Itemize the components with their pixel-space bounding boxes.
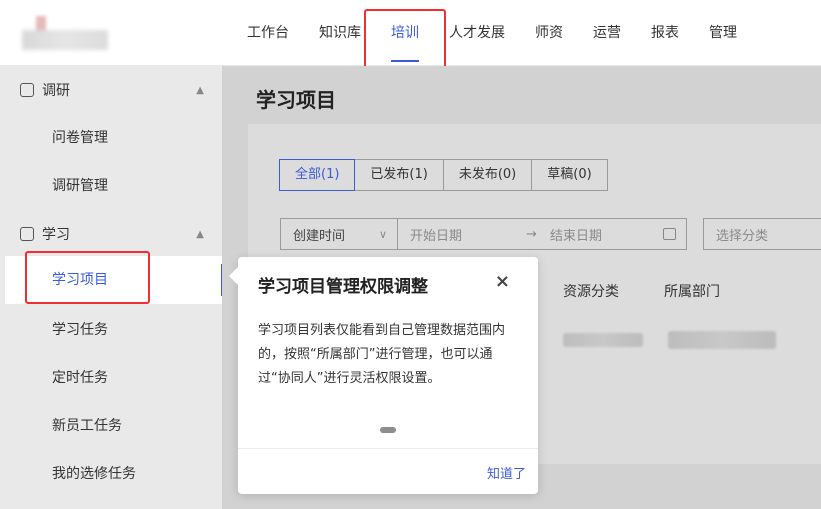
end-date-input[interactable]: 结束日期 bbox=[550, 225, 602, 244]
sidebar-item-questionnaire[interactable]: 问卷管理 bbox=[0, 114, 222, 162]
got-it-button[interactable]: 知道了 bbox=[487, 463, 526, 482]
table-cell-blurred bbox=[563, 333, 643, 347]
sidebar-item-learning-project[interactable]: 学习项目 bbox=[5, 256, 227, 304]
sidebar-item-scheduled-task[interactable]: 定时任务 bbox=[0, 354, 222, 402]
tab-published[interactable]: 已发布(1) bbox=[354, 159, 444, 191]
nav-talent-development[interactable]: 人才发展 bbox=[434, 0, 520, 66]
popover-body: 学习项目列表仅能看到自己管理数据范围内的，按照“所属部门”进行管理，也可以通过“… bbox=[258, 323, 506, 386]
popover-title: 学习项目管理权限调整 bbox=[258, 277, 428, 297]
nav-instructors[interactable]: 师资 bbox=[520, 0, 578, 66]
category-select-placeholder: 选择分类 bbox=[716, 228, 769, 244]
nav-workbench[interactable]: 工作台 bbox=[232, 0, 304, 66]
sidebar-section-label: 调研 bbox=[42, 83, 70, 99]
tab-unpublished[interactable]: 未发布(0) bbox=[442, 159, 533, 191]
start-date-input[interactable]: 开始日期 bbox=[410, 225, 462, 244]
nav-training[interactable]: 培训 bbox=[376, 0, 434, 66]
company-logo[interactable] bbox=[22, 16, 108, 52]
category-select[interactable]: 选择分类 bbox=[703, 218, 821, 250]
main-nav: 工作台 知识库 培训 人才发展 师资 运营 报表 管理 bbox=[232, 0, 752, 66]
study-icon bbox=[20, 227, 34, 241]
column-header-department: 所属部门 bbox=[664, 284, 720, 300]
tab-draft[interactable]: 草稿(0) bbox=[531, 159, 608, 191]
arrow-right-icon: → bbox=[526, 226, 537, 242]
sidebar-item-new-employee-task[interactable]: 新员工任务 bbox=[0, 402, 222, 450]
permission-notice-popover: 学习项目管理权限调整 × 学习项目列表仅能看到自己管理数据范围内的，按照“所属部… bbox=[229, 257, 538, 494]
survey-icon bbox=[20, 83, 34, 97]
column-header-resource-category: 资源分类 bbox=[563, 284, 619, 300]
close-icon[interactable]: × bbox=[495, 271, 510, 292]
sort-select-value: 创建时间 bbox=[293, 228, 346, 244]
table-cell-blurred bbox=[668, 331, 776, 349]
sidebar-item-elective-task[interactable]: 我的选修任务 bbox=[0, 450, 222, 498]
status-tabs: 全部(1) 已发布(1) 未发布(0) 草稿(0) bbox=[279, 159, 608, 191]
date-range-picker[interactable]: 开始日期 → 结束日期 bbox=[397, 218, 687, 250]
sidebar-item-learning-task[interactable]: 学习任务 bbox=[0, 306, 222, 354]
nav-reports[interactable]: 报表 bbox=[636, 0, 694, 66]
popover-footer: 知道了 bbox=[238, 448, 538, 494]
tab-all[interactable]: 全部(1) bbox=[279, 159, 356, 191]
sort-select[interactable]: 创建时间 ∨ bbox=[280, 218, 398, 250]
nav-operations[interactable]: 运营 bbox=[578, 0, 636, 66]
page-title: 学习项目 bbox=[256, 88, 336, 112]
calendar-icon bbox=[663, 228, 676, 240]
sidebar: 调研 ▲ 问卷管理 调研管理 学习 ▲ 学习项目 学习任务 定时任务 新员工任务… bbox=[0, 66, 227, 509]
pagination-dot[interactable] bbox=[380, 427, 396, 433]
chevron-up-icon: ▲ bbox=[196, 228, 204, 240]
top-navbar: 工作台 知识库 培训 人才发展 师资 运营 报表 管理 bbox=[0, 0, 821, 66]
nav-knowledge-base[interactable]: 知识库 bbox=[304, 0, 376, 66]
chevron-up-icon: ▲ bbox=[196, 84, 204, 96]
sidebar-section-study[interactable]: 学习 ▲ bbox=[0, 210, 222, 258]
nav-management[interactable]: 管理 bbox=[694, 0, 752, 66]
sidebar-item-survey-management[interactable]: 调研管理 bbox=[0, 162, 222, 210]
sidebar-section-survey[interactable]: 调研 ▲ bbox=[0, 66, 222, 114]
chevron-down-icon: ∨ bbox=[378, 227, 387, 241]
sidebar-section-label: 学习 bbox=[42, 227, 70, 243]
